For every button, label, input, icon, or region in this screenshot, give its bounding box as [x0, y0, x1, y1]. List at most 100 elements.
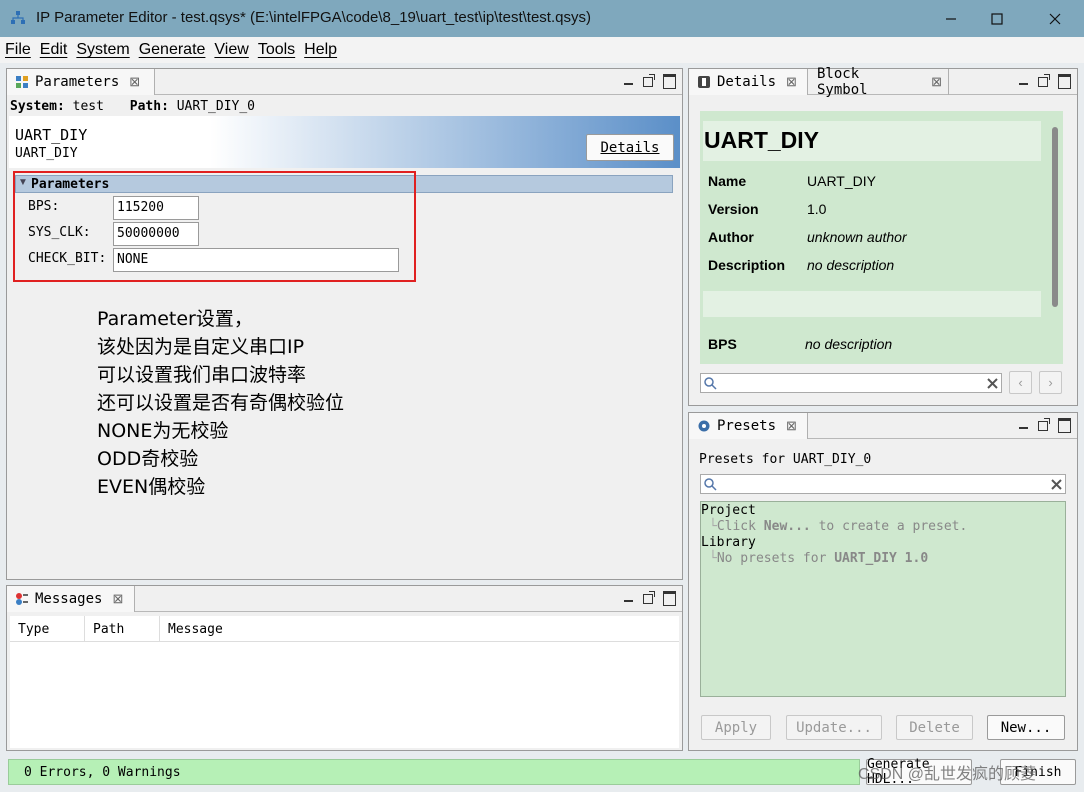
menu-generate[interactable]: Generate [139, 41, 206, 59]
presets-search-input[interactable] [700, 474, 1066, 494]
annotation-line: 可以设置我们串口波特率 [97, 364, 307, 386]
project-hint-bold: New... [763, 519, 811, 534]
menu-file[interactable]: File [5, 41, 31, 59]
tab-parameters[interactable]: Parameters ⊠ [7, 69, 155, 95]
minimize-panel-icon[interactable] [1017, 417, 1031, 431]
tab-messages-label: Messages [35, 591, 103, 607]
close-window-button[interactable] [1032, 0, 1078, 37]
clear-search-icon[interactable] [986, 377, 999, 390]
details-panel: Details ⊠ Block Symbol ⊠ UART_DIY Name U… [688, 66, 1078, 406]
maximize-panel-icon[interactable] [1057, 417, 1071, 433]
details-tabbar: Details ⊠ Block Symbol ⊠ [689, 66, 1077, 98]
messages-table: Type Path Message [10, 616, 679, 748]
minimize-panel-icon[interactable] [622, 73, 636, 87]
minimize-icon [946, 17, 956, 20]
annotation-line: NONE为无校验 [97, 420, 229, 442]
column-type[interactable]: Type [18, 622, 49, 637]
tab-close-icon[interactable]: ⊠ [931, 74, 942, 90]
menu-help[interactable]: Help [304, 41, 337, 59]
tab-block-symbol[interactable]: Block Symbol ⊠ [808, 66, 949, 98]
status-bar: 0 Errors, 0 Warnings [8, 759, 860, 785]
maximize-panel-icon[interactable] [662, 590, 676, 606]
qsys-app-icon [11, 11, 25, 24]
detail-value-bps: no description [805, 336, 893, 352]
details-scrollbar[interactable] [1049, 111, 1063, 364]
tree-library[interactable]: Library [701, 535, 756, 550]
next-button[interactable]: › [1039, 371, 1062, 394]
system-value: test [72, 99, 104, 114]
column-message[interactable]: Message [168, 622, 223, 637]
menu-edit[interactable]: Edit [40, 41, 68, 59]
tree-project[interactable]: Project [701, 503, 756, 518]
maximize-icon [991, 12, 1003, 25]
panel-controls [1017, 417, 1071, 433]
messages-icon [16, 593, 28, 605]
detach-panel-icon[interactable] [1037, 73, 1051, 87]
window-title: IP Parameter Editor - test.qsys* (E:\int… [36, 9, 591, 26]
detail-key-bps: BPS [708, 336, 737, 352]
details-search-input[interactable] [700, 373, 1002, 393]
delete-button[interactable]: Delete [896, 715, 973, 740]
details-content: UART_DIY Name UART_DIY Version 1.0 Autho… [700, 111, 1063, 364]
details-icon [698, 76, 710, 88]
tab-parameters-label: Parameters [35, 74, 120, 90]
tab-close-icon[interactable]: ⊠ [786, 418, 797, 434]
panel-controls [1017, 73, 1071, 89]
presets-tabbar: Presets ⊠ [689, 413, 1077, 439]
minimize-panel-icon[interactable] [622, 590, 636, 604]
clear-search-icon[interactable] [1050, 478, 1063, 491]
details-scrollbar-thumb[interactable] [1052, 127, 1058, 307]
tab-details-label: Details [717, 74, 777, 90]
new-preset-button[interactable]: New... [987, 715, 1065, 740]
annotation-line: ODD奇校验 [97, 448, 199, 470]
panel-controls [622, 73, 676, 89]
minimize-panel-icon[interactable] [1017, 73, 1031, 87]
detach-panel-icon[interactable] [642, 590, 656, 604]
apply-button[interactable]: Apply [701, 715, 771, 740]
prev-button[interactable]: ‹ [1009, 371, 1032, 394]
highlight-box [13, 171, 416, 282]
column-divider [159, 616, 160, 642]
title-bar: IP Parameter Editor - test.qsys* (E:\int… [0, 0, 1084, 37]
annotation-text: Parameter设置， 该处因为是自定义串口IP 可以设置我们串口波特率 还可… [97, 305, 344, 501]
detail-value-version: 1.0 [807, 201, 827, 217]
update-button[interactable]: Update... [786, 715, 882, 740]
maximize-button[interactable] [974, 0, 1020, 37]
tab-messages[interactable]: Messages ⊠ [7, 586, 135, 612]
minimize-button[interactable] [928, 0, 974, 37]
annotation-line: Parameter设置， [97, 308, 253, 330]
search-icon [704, 377, 717, 390]
menu-view[interactable]: View [214, 41, 248, 59]
presets-subtitle: Presets for UART_DIY_0 [699, 452, 872, 467]
detail-value-description: no description [807, 257, 895, 273]
detach-panel-icon[interactable] [1037, 417, 1051, 431]
presets-icon [698, 420, 710, 432]
tab-details[interactable]: Details ⊠ [689, 69, 808, 95]
detach-panel-icon[interactable] [642, 73, 656, 87]
tab-close-icon[interactable]: ⊠ [129, 74, 140, 90]
presets-panel: Presets ⊠ Presets for UART_DIY_0 Project… [688, 412, 1078, 751]
tab-close-icon[interactable]: ⊠ [112, 591, 123, 607]
component-subtitle: UART_DIY [15, 146, 78, 161]
menu-tools[interactable]: Tools [258, 41, 295, 59]
chevron-left-icon: ‹ [1018, 375, 1023, 390]
maximize-panel-icon[interactable] [1057, 73, 1071, 89]
detail-key-name: Name [708, 173, 747, 189]
details-button[interactable]: Details [586, 134, 674, 161]
search-icon [704, 478, 717, 491]
project-hint-text: Click [716, 519, 764, 534]
annotation-line: EVEN偶校验 [97, 476, 206, 498]
messages-header-row: Type Path Message [10, 616, 679, 642]
tab-close-icon[interactable]: ⊠ [786, 74, 797, 90]
close-icon [1049, 13, 1061, 24]
component-header: UART_DIY UART_DIY Details [9, 116, 680, 168]
details-heading: UART_DIY [704, 127, 820, 153]
column-path[interactable]: Path [93, 622, 124, 637]
tab-block-symbol-label: Block Symbol [817, 66, 868, 98]
parameters-icon [16, 76, 28, 88]
path-label: Path: [129, 99, 169, 114]
tab-presets[interactable]: Presets ⊠ [689, 413, 808, 439]
menu-bar: File Edit System Generate View Tools Hel… [0, 37, 1084, 63]
maximize-panel-icon[interactable] [662, 73, 676, 89]
menu-system[interactable]: System [76, 41, 129, 59]
